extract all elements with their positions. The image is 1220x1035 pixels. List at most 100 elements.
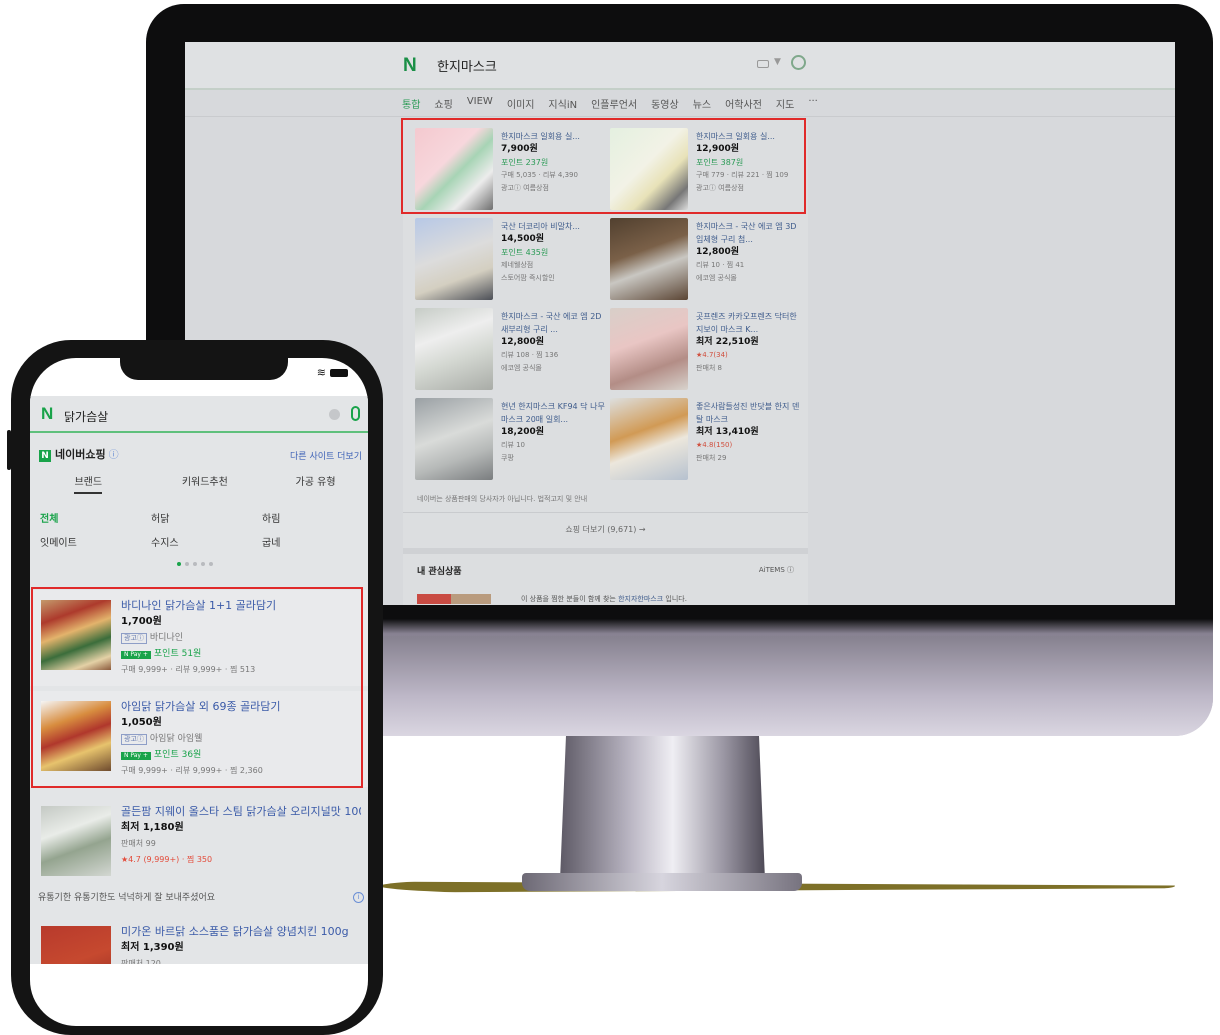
keyboard-icon[interactable] bbox=[757, 60, 769, 68]
product-meta: 제네웰상점 bbox=[501, 261, 534, 269]
product-price: 12,800원 bbox=[501, 337, 545, 347]
product-card[interactable]: 좋은사람들성진 반닷블 한지 덴탈 마스크 최저 13,410원 ★4.8(15… bbox=[610, 398, 800, 482]
filter-tabs: 브랜드 키워드추천 가공 유형 bbox=[30, 470, 368, 500]
tab-kin[interactable]: 지식iN bbox=[548, 96, 577, 111]
product-rating: ★4.8(150) bbox=[696, 441, 733, 449]
tab-video[interactable]: 동영상 bbox=[651, 96, 679, 111]
product-card[interactable]: 국산 더코리아 비말차... 14,500원 포인트 435원 제네웰상점 스토… bbox=[415, 218, 605, 302]
brand-filter-list: 전체 허닭 하림 잇메이트 수지스 굽네 bbox=[30, 508, 368, 560]
desktop-search-input[interactable]: 한지마스크 bbox=[437, 56, 497, 75]
desktop-search-header: N 한지마스크 ▼ bbox=[185, 42, 1175, 90]
brand-item[interactable]: 수지스 bbox=[151, 534, 179, 549]
search-icon[interactable] bbox=[791, 55, 806, 70]
brand-item[interactable]: 굽네 bbox=[262, 534, 280, 549]
mobile-screen: ≋ N 닭가슴살 N 네이버쇼핑 ⓘ 다른 사이트 더보기 브랜드 키워드추천 가공… bbox=[30, 358, 368, 1026]
product-title[interactable]: 골든팜 지웨이 올스타 스팀 닭가슴살 오리지널맛 100g bbox=[121, 804, 361, 820]
product-seller[interactable]: 스토어팜 즉시할인 bbox=[501, 272, 606, 285]
highlight-box bbox=[31, 587, 363, 788]
product-image[interactable] bbox=[610, 308, 688, 390]
tab-image[interactable]: 이미지 bbox=[507, 96, 535, 111]
product-points: 포인트 435원 bbox=[501, 248, 549, 257]
product-image[interactable] bbox=[415, 398, 493, 480]
interest-link[interactable]: 한지자한마스크 bbox=[618, 595, 663, 603]
product-seller[interactable]: 에코엠 공식몰 bbox=[501, 362, 606, 375]
phone: ≋ N 닭가슴살 N 네이버쇼핑 ⓘ 다른 사이트 더보기 브랜드 키워드추천 가공… bbox=[7, 340, 383, 1035]
product-thumbnail[interactable] bbox=[451, 594, 491, 604]
product-title[interactable]: 좋은사람들성진 반닷블 한지 덴탈 마스크 bbox=[696, 400, 801, 426]
status-bar: ≋ bbox=[317, 366, 348, 379]
mobile-search-input[interactable]: 닭가슴살 bbox=[64, 408, 108, 425]
tab-keyword[interactable]: 키워드추천 bbox=[147, 470, 264, 500]
product-thumbnail[interactable] bbox=[417, 594, 451, 604]
product-image[interactable] bbox=[41, 926, 111, 964]
tab-brand[interactable]: 브랜드 bbox=[30, 470, 147, 500]
product-title[interactable]: 한지마스크 - 국산 에코 엠 3D 입체형 구리 첨... bbox=[696, 220, 801, 246]
tab-processing-type[interactable]: 가공 유형 bbox=[263, 470, 368, 500]
mobile-content: N 닭가슴살 N 네이버쇼핑 ⓘ 다른 사이트 더보기 브랜드 키워드추천 가공 유… bbox=[30, 396, 368, 964]
product-seller[interactable]: 에코엠 공식몰 bbox=[696, 272, 801, 285]
tab-more[interactable]: ··· bbox=[808, 96, 818, 111]
product-title[interactable]: 미가온 바르닭 소스품은 닭가슴살 양념치킨 100g bbox=[121, 924, 361, 940]
product-card[interactable]: 현년 한지마스크 KF94 닥 나무 마스크 20매 일회... 18,200원… bbox=[415, 398, 605, 482]
product-card[interactable]: 한지마스크 - 국산 에코 엠 3D 입체형 구리 첨... 12,800원 리… bbox=[610, 218, 800, 302]
product-seller[interactable]: 판매처 29 bbox=[696, 452, 801, 465]
product-rating: ★4.7(34) bbox=[696, 351, 728, 359]
section-title: 내 관심상품 bbox=[417, 567, 462, 577]
mobile-search-bar: N 닭가슴살 bbox=[30, 396, 368, 433]
product-price: 최저 13,410원 bbox=[696, 427, 759, 437]
wifi-icon: ≋ bbox=[316, 366, 326, 379]
interest-products-section: 내 관심상품 AiTEMS ⓘ 이 상품을 찜한 분들이 함께 찾는 한지자한마… bbox=[403, 554, 808, 605]
aitems-label[interactable]: AiTEMS ⓘ bbox=[759, 565, 794, 575]
tab-map[interactable]: 지도 bbox=[776, 96, 794, 111]
product-seller[interactable]: 판매처 120 bbox=[121, 956, 361, 964]
product-image[interactable] bbox=[610, 218, 688, 300]
clear-icon[interactable] bbox=[329, 409, 340, 420]
brand-item[interactable]: 허닭 bbox=[151, 510, 169, 525]
tab-news[interactable]: 뉴스 bbox=[693, 96, 711, 111]
product-card[interactable]: 미가온 바르닭 소스품은 닭가슴살 양념치킨 100g 최저 1,390원 판매… bbox=[30, 916, 368, 964]
product-seller[interactable]: 판매처 99 bbox=[121, 836, 361, 852]
tab-dictionary[interactable]: 어학사전 bbox=[725, 96, 762, 111]
product-image[interactable] bbox=[610, 398, 688, 480]
naver-logo[interactable]: N bbox=[403, 55, 417, 77]
product-card[interactable]: 곳프렌즈 카카오프렌즈 닥터한지보이 마스크 K... 최저 22,510원 ★… bbox=[610, 308, 800, 392]
product-price: 최저 1,390원 bbox=[121, 942, 184, 953]
product-card[interactable]: 한지마스크 - 국산 에코 엠 2D 새부리형 구리 ... 12,800원 리… bbox=[415, 308, 605, 392]
product-price: 12,800원 bbox=[696, 247, 740, 257]
brand-item[interactable]: 하림 bbox=[262, 510, 280, 525]
rating: ★4.7 (9,999+) · 찜 350 bbox=[121, 855, 213, 864]
product-image[interactable] bbox=[415, 218, 493, 300]
tab-influencer[interactable]: 인플루언서 bbox=[591, 96, 637, 111]
interest-note: 이 상품을 찜한 분들이 함께 찾는 한지자한마스크 입니다. bbox=[521, 595, 687, 603]
product-price: 최저 1,180원 bbox=[121, 822, 184, 833]
tab-shopping[interactable]: 쇼핑 bbox=[434, 96, 452, 111]
product-card[interactable]: 골든팜 지웨이 올스타 스팀 닭가슴살 오리지널맛 100g 최저 1,180원… bbox=[30, 796, 368, 884]
brand-all[interactable]: 전체 bbox=[40, 510, 58, 525]
naver-logo[interactable]: N bbox=[41, 404, 53, 424]
naver-shopping-header: N 네이버쇼핑 ⓘ 다른 사이트 더보기 bbox=[30, 440, 368, 466]
product-price: 14,500원 bbox=[501, 234, 545, 244]
phone-notch bbox=[120, 358, 288, 380]
info-icon[interactable]: i bbox=[353, 892, 364, 903]
microphone-icon[interactable] bbox=[351, 406, 360, 421]
legal-notice[interactable]: 네이버는 상품판매의 당사자가 아닙니다. 법적고지 및 안내 bbox=[417, 494, 587, 504]
product-title[interactable]: 곳프렌즈 카카오프렌즈 닥터한지보이 마스크 K... bbox=[696, 310, 801, 336]
brand-item[interactable]: 잇메이트 bbox=[40, 534, 77, 549]
tab-integrated[interactable]: 통합 bbox=[402, 96, 420, 111]
page-indicator bbox=[177, 562, 213, 566]
chevron-down-icon[interactable]: ▼ bbox=[774, 57, 781, 67]
divider bbox=[185, 116, 1175, 117]
review-snippet: 유통기한 유통기한도 넉넉하게 잘 보내주셨어요 i bbox=[30, 886, 368, 910]
highlight-box bbox=[401, 118, 806, 214]
product-title[interactable]: 국산 더코리아 비말차... bbox=[501, 220, 606, 233]
product-title[interactable]: 한지마스크 - 국산 에코 엠 2D 새부리형 구리 ... bbox=[501, 310, 606, 336]
other-sites-link[interactable]: 다른 사이트 더보기 bbox=[290, 449, 362, 462]
product-image[interactable] bbox=[41, 806, 111, 876]
product-title[interactable]: 현년 한지마스크 KF94 닥 나무 마스크 20매 일회... bbox=[501, 400, 606, 426]
tab-view[interactable]: VIEW bbox=[467, 96, 493, 111]
info-icon[interactable]: ⓘ bbox=[109, 450, 119, 461]
product-seller[interactable]: 쿠팡 bbox=[501, 452, 606, 465]
product-seller[interactable]: 판매처 8 bbox=[696, 362, 801, 375]
shopping-more-button[interactable]: 쇼핑 더보기 (9,671) → bbox=[403, 512, 808, 546]
product-image[interactable] bbox=[415, 308, 493, 390]
